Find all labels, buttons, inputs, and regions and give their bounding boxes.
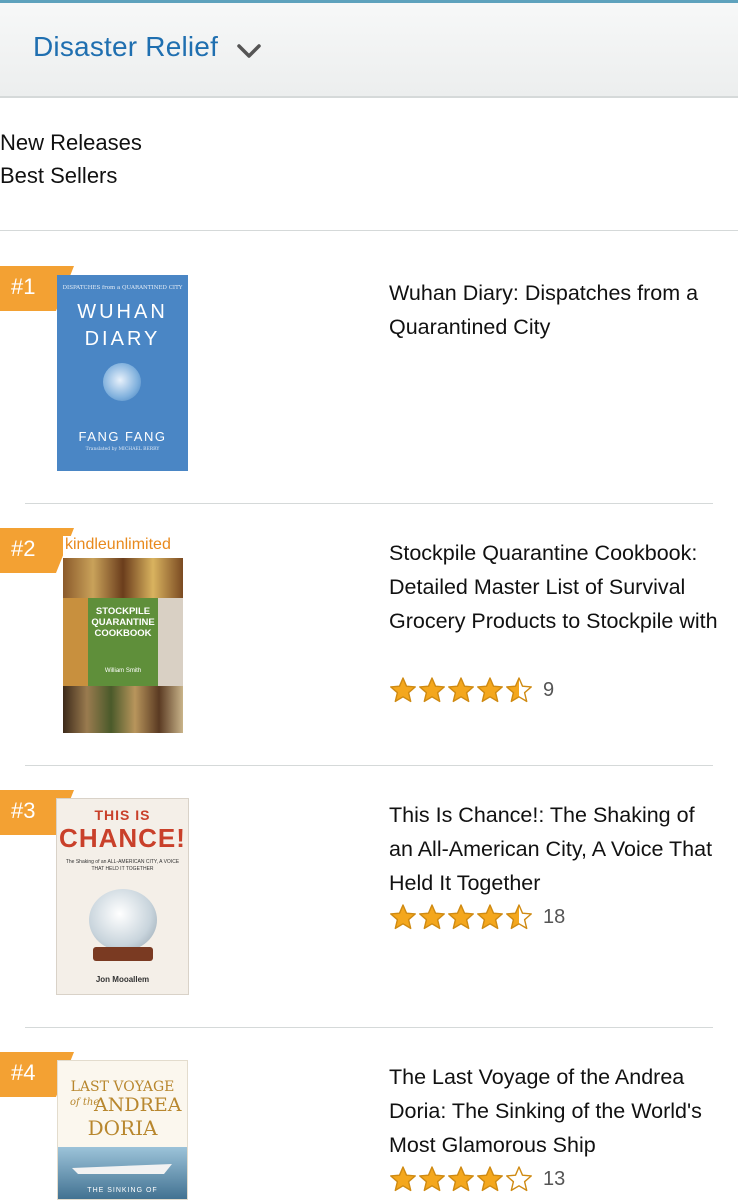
book-cover[interactable]: kindleunlimited STOCKPILE QUARANTINE COO…	[63, 536, 183, 733]
review-count[interactable]: 13	[543, 1168, 565, 1191]
nuts-photo	[63, 598, 88, 686]
divider	[0, 230, 738, 231]
book-title[interactable]: This Is Chance!: The Shaking of an All-A…	[389, 798, 724, 900]
list-type-links: New Releases Best Sellers	[0, 126, 142, 192]
snow-globe-illustration	[89, 889, 157, 951]
star-full-icon	[390, 677, 416, 703]
book-cover[interactable]: LAST VOYAGE of the ANDREA DORIA THE SINK…	[57, 1060, 188, 1200]
star-rating[interactable]: 18	[389, 902, 565, 932]
category-header: Disaster Relief	[0, 3, 738, 98]
star-half-icon	[506, 677, 532, 703]
star-full-icon	[477, 677, 503, 703]
review-count[interactable]: 18	[543, 906, 565, 929]
book-cover[interactable]: THIS IS CHANCE! The Shaking of an ALL-AM…	[56, 798, 189, 995]
star-full-icon	[419, 904, 445, 930]
cover-title-panel: STOCKPILE QUARANTINE COOKBOOK William Sm…	[88, 598, 158, 686]
star-full-icon	[477, 904, 503, 930]
divider	[25, 765, 713, 766]
new-releases-link[interactable]: New Releases	[0, 126, 142, 159]
star-half-icon	[506, 904, 532, 930]
chevron-down-icon[interactable]	[236, 42, 262, 60]
grains-photo	[63, 686, 183, 733]
review-count[interactable]: 9	[543, 679, 554, 702]
divider	[25, 503, 713, 504]
star-full-icon	[390, 1166, 416, 1192]
spices-photo	[63, 558, 183, 598]
star-rating[interactable]: 13	[389, 1164, 565, 1194]
book-title[interactable]: Wuhan Diary: Dispatches from a Quarantin…	[389, 276, 724, 344]
star-rating[interactable]: 9	[389, 675, 554, 705]
star-full-icon	[448, 1166, 474, 1192]
star-full-icon	[448, 677, 474, 703]
star-empty-icon	[506, 1166, 532, 1192]
star-full-icon	[419, 677, 445, 703]
best-sellers-link[interactable]: Best Sellers	[0, 159, 142, 192]
divider	[25, 1027, 713, 1028]
star-full-icon	[448, 904, 474, 930]
snow-globe-base	[93, 947, 153, 961]
star-full-icon	[477, 1166, 503, 1192]
category-dropdown[interactable]: Disaster Relief	[33, 31, 218, 63]
book-cover[interactable]: DISPATCHES from a QUARANTINED CITY WUHAN…	[57, 275, 188, 471]
stars	[389, 903, 533, 931]
stars	[389, 676, 533, 704]
jars-photo	[158, 598, 183, 686]
globe-illustration	[103, 363, 141, 401]
stars	[389, 1165, 533, 1193]
star-full-icon	[419, 1166, 445, 1192]
book-title[interactable]: Stockpile Quarantine Cookbook: Detailed …	[389, 536, 724, 638]
book-title[interactable]: The Last Voyage of the Andrea Doria: The…	[389, 1060, 724, 1162]
star-full-icon	[390, 904, 416, 930]
